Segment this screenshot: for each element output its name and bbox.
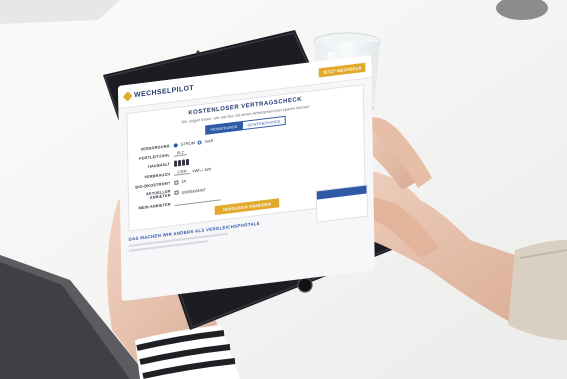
home-button [297,277,313,293]
person-icon [177,159,182,167]
compare-button[interactable]: VERGLEICH ANZEIGEN [214,198,280,216]
label-oekostrom: BIO-ÖKOSTROM? [135,180,171,190]
label-anbieter: AKTUELLER ANBIETER [145,189,171,200]
site-logo[interactable]: WECHSELPILOT [122,84,195,101]
verbrauch-unit: kWh / Jahr [192,166,212,174]
label-mein-anbieter: MEIN ANBIETER [138,201,171,210]
comparison-table [315,184,368,223]
tablet-screen: WECHSELPILOT JETZT WECHSELN KOSTENLOSER … [118,54,375,302]
tab-gewerbekunde[interactable]: GEWERBEKUNDE [242,115,286,131]
person-icon [181,159,186,166]
mein-anbieter-input[interactable] [174,195,221,206]
header-cta-button[interactable]: JETZT WECHSELN [318,62,366,77]
label-postleitzahl: POSTLEITZAHL [139,152,170,161]
radio-gas[interactable] [197,139,203,145]
label-haushalt: HAUSHALT [148,162,171,169]
household-size-selector[interactable] [174,158,190,167]
label-verbrauch: VERBRAUCH [144,171,171,179]
photo-scene: WECHSELPILOT JETZT WECHSELN KOSTENLOSER … [0,0,567,379]
logo-mark-icon [122,90,133,101]
label-versorgung: VERSORGUNG [140,143,170,152]
option-strom: STROM [180,140,196,147]
postleitzahl-input[interactable]: PLZ [173,150,187,157]
radio-strom[interactable] [173,142,178,148]
oekostrom-checkbox[interactable] [174,179,179,185]
verbrauch-input[interactable]: 2.500 [174,168,190,176]
option-gas: GAS [204,137,214,144]
anbieter-option: UNBEKANNT [181,186,207,195]
anbieter-checkbox[interactable] [174,190,179,195]
person-icon [185,158,190,166]
person-icon [174,160,178,167]
logo-text: WECHSELPILOT [134,84,195,99]
tab-privatkunde[interactable]: PRIVATKUNDE [205,121,243,135]
oekostrom-option: JA [181,178,187,185]
